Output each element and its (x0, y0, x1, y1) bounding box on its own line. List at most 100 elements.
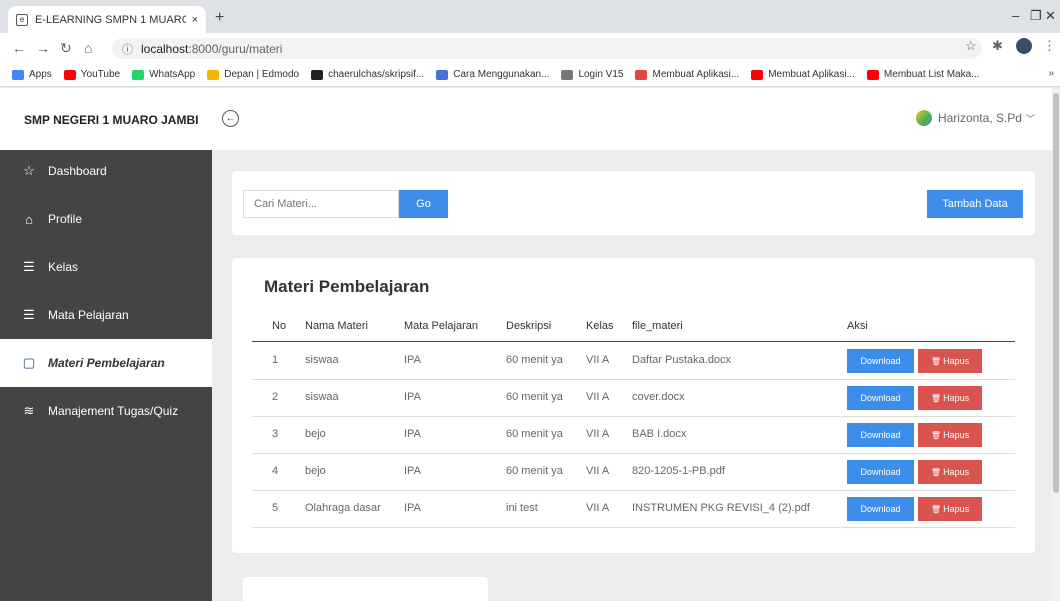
back-icon[interactable]: ← (12, 40, 26, 56)
reload-icon[interactable]: ↻ (60, 40, 72, 57)
bookmark-label: Membuat Aplikasi... (768, 69, 855, 80)
window-close-icon[interactable]: ✕ (1045, 8, 1056, 24)
sidebar-item-label: Dashboard (48, 164, 107, 178)
delete-label: Hapus (943, 504, 970, 514)
cell-kelas: VII A (586, 502, 610, 514)
cell-nama-materi: siswaa (305, 354, 339, 366)
sidebar-item-materi-pembelajaran[interactable]: ▢ Materi Pembelajaran (0, 339, 212, 387)
trash-icon: 🗑 (930, 394, 942, 403)
cell-kelas: VII A (586, 465, 610, 477)
bookmark-favicon-icon (12, 69, 24, 80)
column-header-file: file_materi (632, 320, 683, 332)
minimize-icon[interactable]: – (1012, 8, 1019, 23)
cell-file-materi: Daftar Pustaka.docx (632, 354, 732, 366)
tab-favicon-icon: e (16, 13, 28, 26)
collapse-sidebar-icon[interactable]: ← (222, 110, 239, 127)
bookmark-item[interactable]: Membuat Aplikasi... (635, 69, 739, 80)
scrollbar-thumb[interactable] (1053, 93, 1059, 493)
delete-button[interactable]: 🗑 Hapus (918, 497, 982, 521)
column-header-mapel: Mata Pelajaran (404, 320, 478, 332)
table-header-divider (252, 341, 1015, 342)
sidebar-item-kelas[interactable]: ☰ Kelas (0, 243, 212, 291)
bookmarks-more[interactable]: » (1048, 68, 1054, 79)
bookmark-item[interactable]: Membuat List Maka... (866, 69, 980, 80)
bookmark-favicon-icon (207, 69, 220, 80)
sidebar: ☆ Dashboard ⌂ Profile ☰ Kelas ☰ Mata Pelajaran ▢… (0, 150, 212, 601)
download-button[interactable]: Download (847, 423, 914, 447)
cell-no: 5 (272, 502, 279, 514)
cell-file-materi: 820-1205-1-PB.pdf (632, 465, 725, 477)
sidebar-item-dashboard[interactable]: ☆ Dashboard (0, 147, 212, 195)
row-divider (252, 527, 1015, 528)
download-button[interactable]: Download (847, 497, 914, 521)
bookmark-item[interactable]: chaerulchas/skripsif... (311, 69, 424, 80)
cell-nama-materi: bejo (305, 465, 326, 477)
bookmark-favicon-icon (311, 69, 324, 80)
bookmark-item[interactable]: Apps (12, 69, 52, 80)
trash-icon: 🗑 (930, 431, 942, 440)
sidebar-item-profile[interactable]: ⌂ Profile (0, 195, 212, 243)
row-divider (252, 416, 1015, 417)
address-bar-row: ← → ↻ ⌂ ⓘ localhost :8000/guru/materi (0, 33, 1060, 63)
cell-file-materi: INSTRUMEN PKG REVISI_4 (2).pdf (632, 502, 810, 514)
sidebar-item-mata-pelajaran[interactable]: ☰ Mata Pelajaran (0, 291, 212, 339)
delete-button[interactable]: 🗑 Hapus (918, 349, 982, 373)
home-browser-icon[interactable]: ⌂ (84, 40, 92, 56)
sidebar-item-manajement-tugas-quiz[interactable]: ≋ Manajement Tugas/Quiz (0, 387, 212, 435)
bookmark-item[interactable]: Cara Menggunakan... (436, 69, 549, 80)
user-menu[interactable]: Harizonta, S.Pd ﹀ (915, 110, 1035, 126)
delete-label: Hapus (943, 356, 970, 366)
bookmark-item[interactable]: Depan | Edmodo (207, 69, 299, 80)
cell-kelas: VII A (586, 354, 610, 366)
star-icon: ☆ (23, 163, 35, 178)
search-input[interactable] (243, 190, 399, 218)
delete-button[interactable]: 🗑 Hapus (918, 423, 982, 447)
bookmark-favicon-icon (866, 69, 879, 80)
bookmark-item[interactable]: WhatsApp (132, 69, 195, 80)
tab-close-icon[interactable]: × (192, 14, 198, 26)
restore-icon[interactable]: ❐ (1030, 8, 1042, 24)
url-host: localhost (141, 41, 189, 56)
bookmark-favicon-icon (751, 69, 764, 80)
go-button[interactable]: Go (399, 190, 448, 218)
download-button[interactable]: Download (847, 349, 914, 373)
new-tab-button[interactable]: + (215, 9, 224, 27)
bookmark-label: YouTube (80, 69, 121, 80)
cell-deskripsi: ini test (506, 502, 538, 514)
page-scrollbar[interactable] (1052, 88, 1060, 601)
sidebar-item-label: Mata Pelajaran (48, 308, 129, 322)
cell-deskripsi: 60 menit ya (506, 391, 563, 403)
bookmark-favicon-icon (132, 69, 145, 80)
menu-kebab-icon[interactable]: ⋮ (1043, 38, 1056, 54)
sidebar-item-label: Manajement Tugas/Quiz (48, 404, 179, 418)
row-divider (252, 379, 1015, 380)
column-header-deskripsi: Deskripsi (506, 320, 552, 332)
bookmark-item[interactable]: Login V15 (561, 69, 623, 80)
cell-no: 3 (272, 428, 279, 440)
download-button[interactable]: Download (847, 460, 914, 484)
cell-deskripsi: 60 menit ya (506, 465, 563, 477)
info-icon: ⓘ (122, 43, 133, 56)
column-header-aksi: Aksi (847, 320, 868, 332)
browser-tab[interactable]: e E-LEARNING SMPN 1 MUARO JA × (8, 6, 206, 33)
profile-avatar-icon[interactable] (1016, 38, 1032, 54)
page-title: Materi Pembelajaran (264, 277, 430, 296)
delete-label: Hapus (943, 430, 970, 440)
bookmark-label: Membuat List Maka... (883, 69, 980, 80)
url-field[interactable]: ⓘ localhost :8000/guru/materi (112, 38, 982, 59)
bookmark-item[interactable]: Membuat Aplikasi... (751, 69, 855, 80)
extensions-icon[interactable]: ✱ (992, 38, 1003, 54)
delete-button[interactable]: 🗑 Hapus (918, 460, 982, 484)
forward-icon[interactable]: → (36, 40, 50, 56)
cell-no: 2 (272, 391, 279, 403)
download-button[interactable]: Download (847, 386, 914, 410)
bookmark-label: chaerulchas/skripsif... (328, 69, 425, 80)
column-header-nama: Nama Materi (305, 320, 368, 332)
cell-file-materi: BAB I.docx (632, 428, 687, 440)
trash-icon: 🗑 (930, 505, 942, 514)
cell-nama-materi: siswaa (305, 391, 339, 403)
add-data-button[interactable]: Tambah Data (927, 190, 1023, 218)
delete-button[interactable]: 🗑 Hapus (918, 386, 982, 410)
bookmark-item[interactable]: YouTube (63, 69, 121, 80)
bookmark-star-icon[interactable]: ☆ (965, 38, 977, 54)
